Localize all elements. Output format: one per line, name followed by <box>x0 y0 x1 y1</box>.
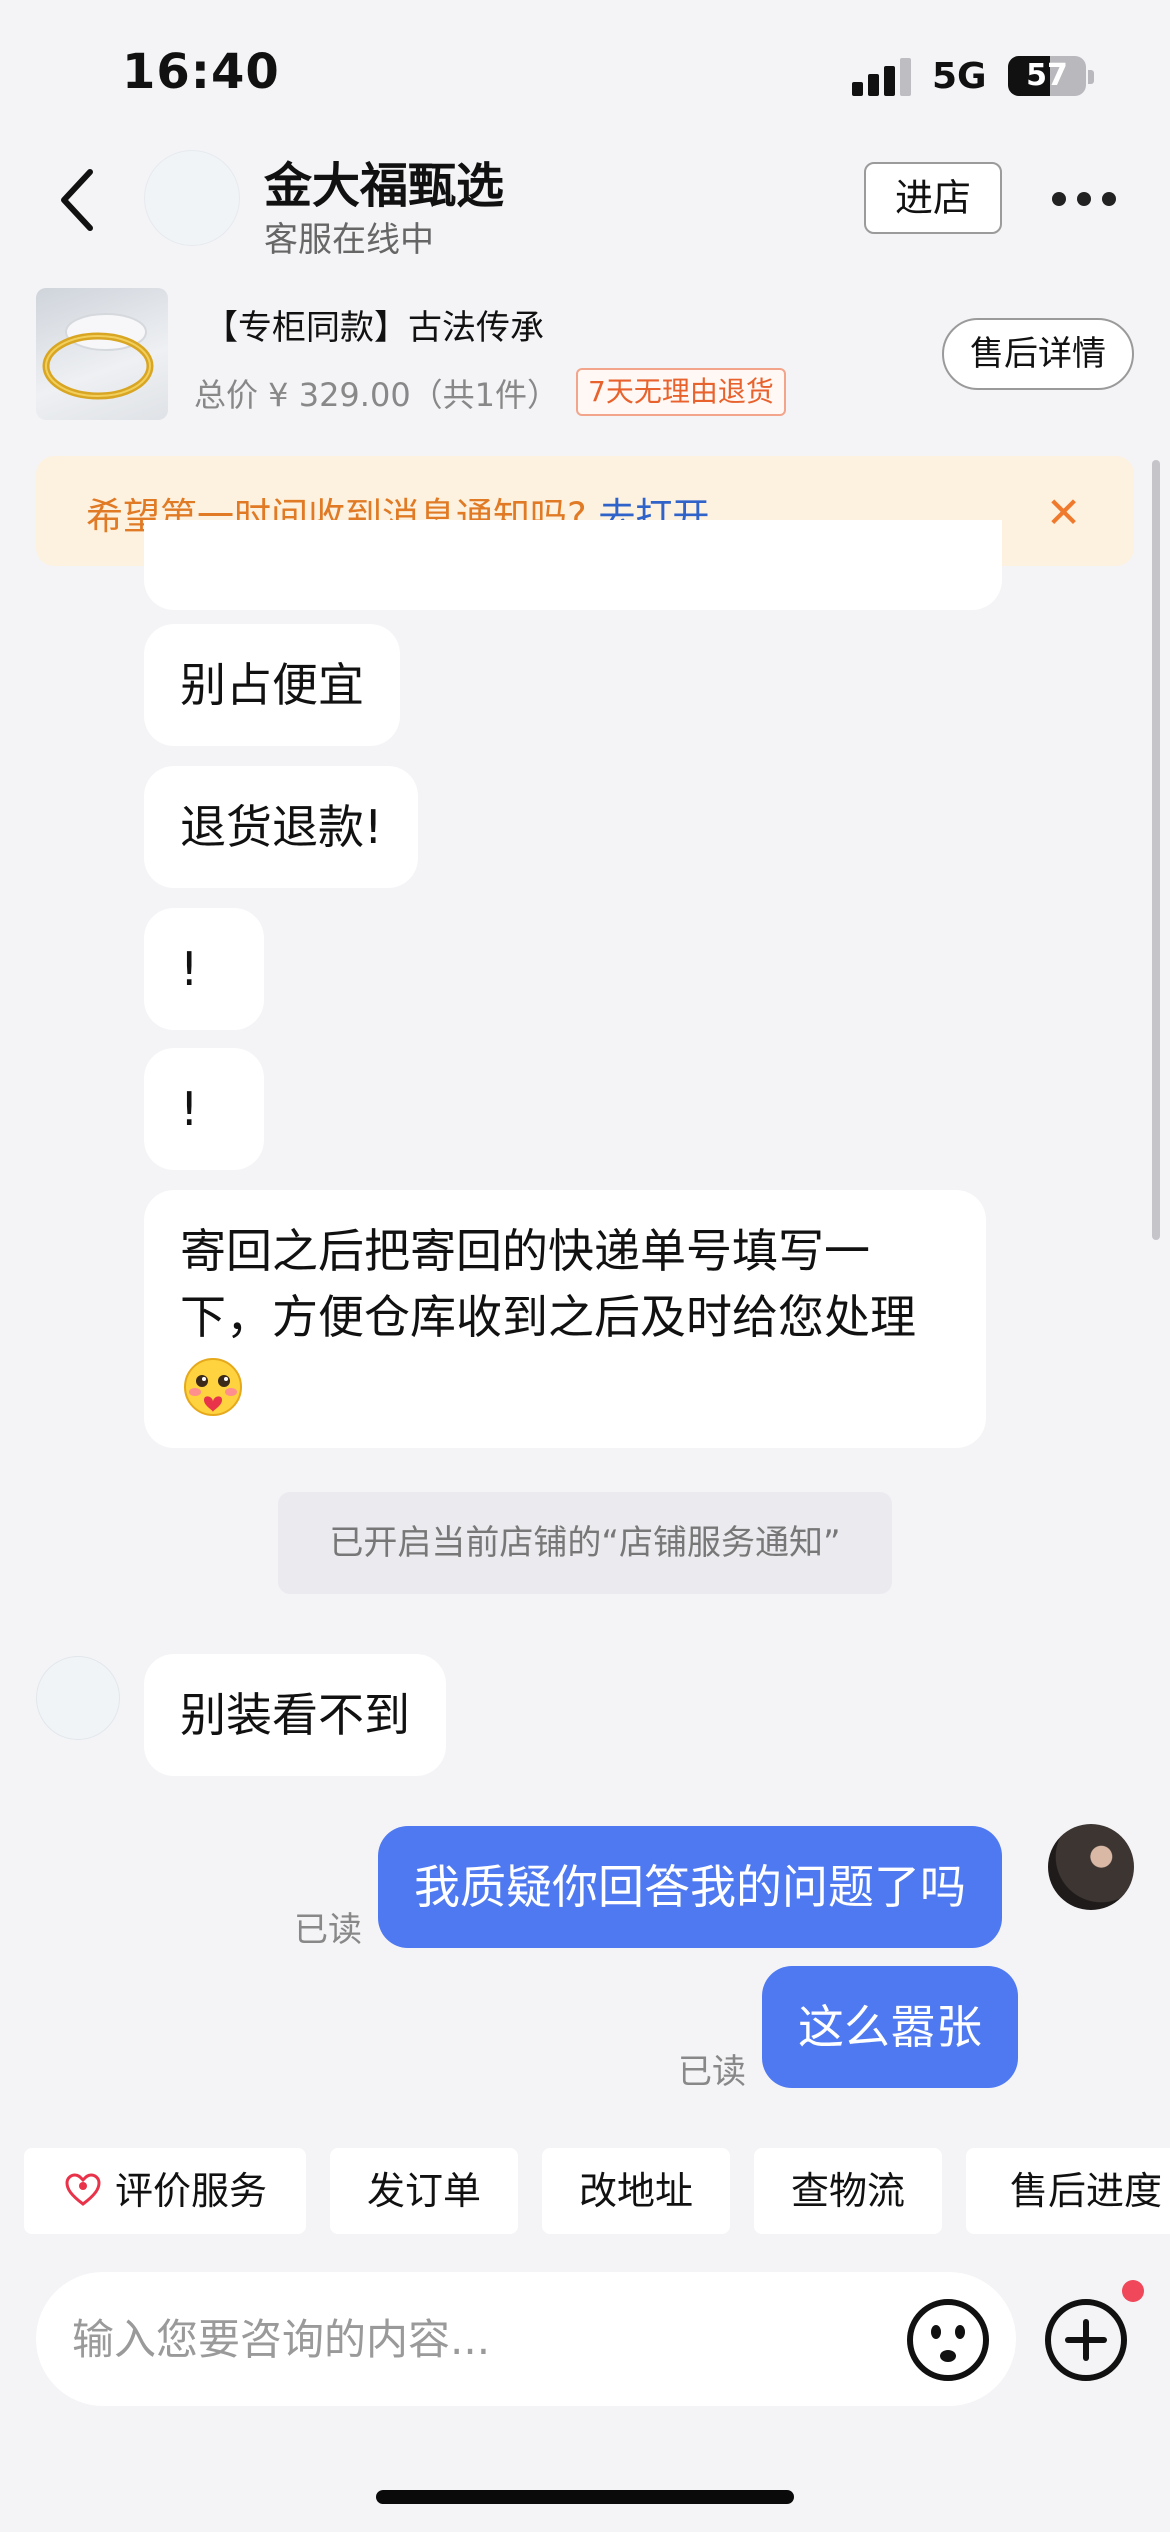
battery-level: 57 <box>1026 58 1068 93</box>
enter-store-button[interactable]: 进店 <box>864 162 1002 234</box>
after-sale-progress-chip[interactable]: 售后进度 <box>966 2148 1170 2234</box>
shop-status: 客服在线中 <box>264 220 434 260</box>
read-status: 已读 <box>678 2052 746 2092</box>
back-icon[interactable] <box>50 160 110 240</box>
outgoing-message-bubble[interactable]: 我质疑你回答我的问题了吗 <box>378 1826 1002 1948</box>
message-bubble[interactable]: 寄回之后把寄回的快递单号填写一 下，方便仓库收到之后及时给您处理 <box>144 1190 986 1448</box>
outgoing-message-bubble[interactable]: 这么嚣张 <box>762 1966 1018 2088</box>
agent-avatar[interactable] <box>36 1656 120 1740</box>
after-sale-detail-button[interactable]: 售后详情 <box>942 318 1134 390</box>
read-status: 已读 <box>294 1910 362 1950</box>
message-bubble[interactable]: 别装看不到 <box>144 1654 446 1776</box>
change-address-chip[interactable]: 改地址 <box>542 2148 730 2234</box>
track-logistics-chip[interactable]: 查物流 <box>754 2148 942 2234</box>
shop-avatar[interactable] <box>144 150 240 246</box>
blushing-emoji-icon <box>180 1350 950 1420</box>
scrollbar[interactable] <box>1152 460 1160 1240</box>
message-line: 下，方便仓库收到之后及时给您处理 <box>180 1290 916 1344</box>
product-title[interactable]: 【专柜同款】古法传承 <box>204 300 544 349</box>
message-bubble[interactable]: ! <box>144 1048 264 1170</box>
notification-dot <box>1122 2280 1144 2302</box>
message-line: 寄回之后把寄回的快递单号填写一 <box>180 1224 870 1278</box>
network-label: 5G <box>932 56 987 97</box>
heart-icon <box>63 2154 103 2206</box>
status-time: 16:40 <box>122 44 280 100</box>
chip-label: 评价服务 <box>114 2169 267 2213</box>
send-order-chip[interactable]: 发订单 <box>330 2148 518 2234</box>
plus-icon[interactable] <box>1042 2296 1130 2384</box>
signal-icon <box>852 58 914 96</box>
shop-name[interactable]: 金大福甄选 <box>264 146 504 216</box>
emoji-icon[interactable] <box>904 2296 992 2384</box>
user-avatar[interactable] <box>1048 1824 1134 1910</box>
input-placeholder: 输入您要咨询的内容... <box>72 2315 491 2364</box>
message-bubble[interactable]: 退货退款! <box>144 766 419 888</box>
system-message: 已开启当前店铺的“店铺服务通知” <box>278 1492 892 1594</box>
more-icon[interactable] <box>1052 190 1116 208</box>
message-input[interactable]: 输入您要咨询的内容... <box>36 2272 1016 2406</box>
rate-service-chip[interactable]: 评价服务 <box>24 2148 306 2234</box>
message-bubble[interactable]: 别占便宜 <box>144 624 400 746</box>
product-image[interactable] <box>36 288 168 420</box>
battery-cap <box>1088 70 1094 84</box>
battery-icon: 57 <box>1008 56 1086 96</box>
product-price: 总价 ¥ 329.00（共1件） <box>194 376 560 414</box>
home-indicator <box>376 2490 794 2504</box>
message-bubble[interactable]: ! <box>144 908 264 1030</box>
return-policy-badge: 7天无理由退货 <box>576 368 786 416</box>
quick-actions: 评价服务 发订单 改地址 查物流 售后进度 <box>24 2148 1170 2236</box>
